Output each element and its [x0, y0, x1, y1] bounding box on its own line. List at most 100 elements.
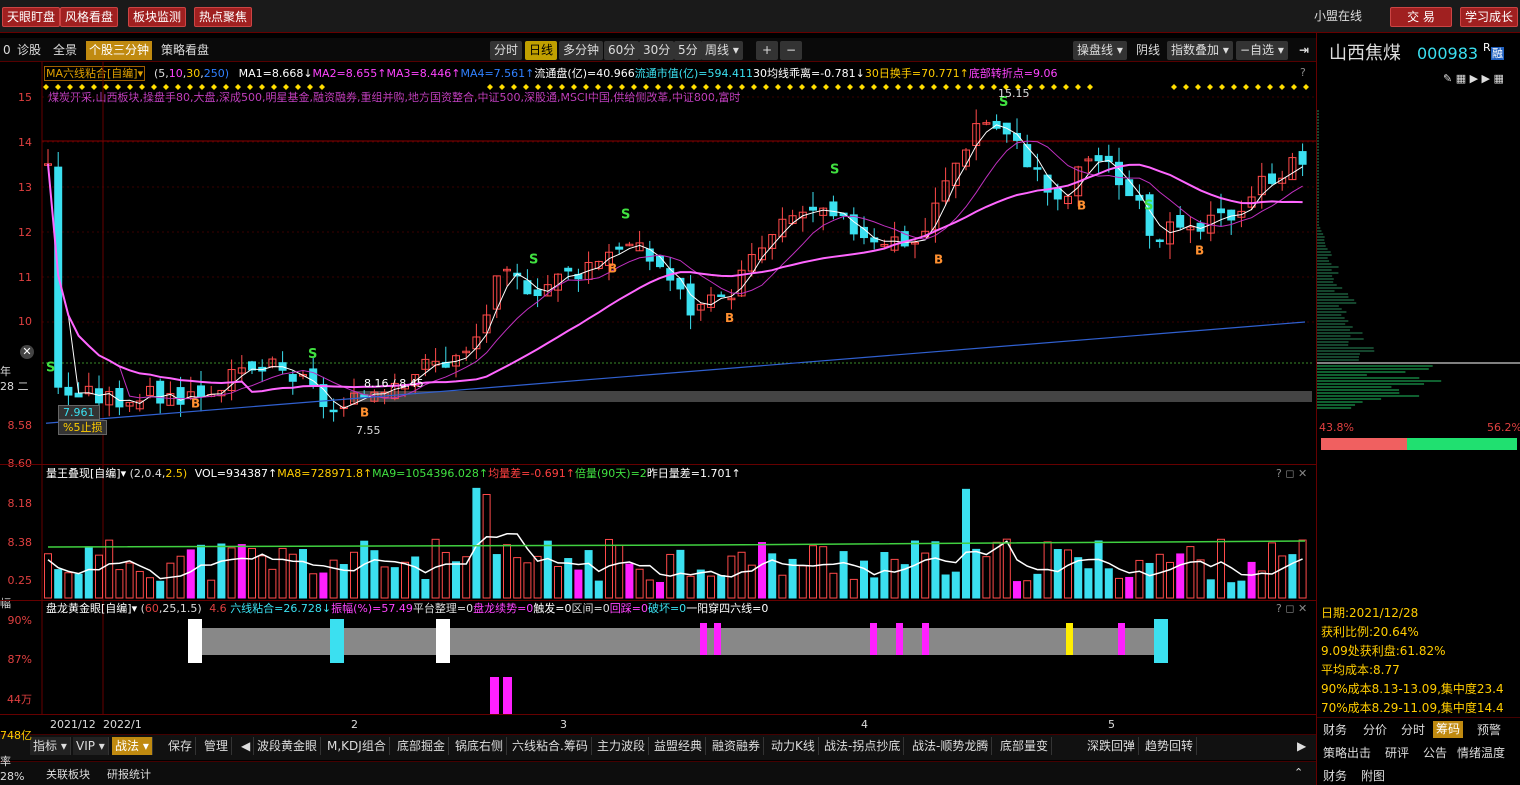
strategy-tab[interactable]: 锅底右侧 [452, 737, 508, 755]
related-sector-tab[interactable]: 关联板块 [46, 768, 90, 781]
volume-bar [84, 546, 93, 599]
eye-pane-controls-icon[interactable]: ? ◻ ✕ [1276, 602, 1307, 615]
hotspot-button[interactable]: 热点聚焦 [194, 7, 253, 27]
collapse-icon[interactable]: ⇥ [1296, 41, 1312, 60]
learn-button[interactable]: 学习成长 [1460, 7, 1518, 27]
rtab-chips[interactable]: 筹码 [1433, 721, 1464, 738]
signal-diamond [1219, 84, 1225, 90]
volume-bar [105, 539, 114, 599]
signal-diamond [895, 84, 901, 90]
research-tab[interactable]: 研报统计 [107, 768, 151, 781]
style-button[interactable]: 风格看盘 [60, 7, 119, 27]
close-icon[interactable]: ✕ [20, 345, 34, 359]
sector-monitor-button[interactable]: 板块监测 [128, 7, 187, 27]
help-icon[interactable]: ? [1300, 66, 1306, 79]
manage-button[interactable]: 管理 [201, 737, 233, 755]
trade-button[interactable]: 交 易 [1390, 7, 1452, 27]
tab-diagnose[interactable]: 诊股 [14, 41, 44, 60]
buy-signal: B [1077, 199, 1086, 213]
left-cut-2: 率 [0, 755, 11, 768]
period-60[interactable]: 60分 [604, 41, 640, 60]
zoom-in-button[interactable]: + [756, 41, 778, 60]
caopan-button[interactable]: 操盘线 ▾ [1073, 41, 1127, 60]
tab-zhanfa[interactable]: 战法 ▾ [112, 737, 153, 755]
period-30[interactable]: 30分 [639, 41, 675, 60]
vol-bl: 倍量(90天)=2 [575, 467, 647, 480]
pane-controls-icon[interactable]: ? ◻ ✕ [1276, 467, 1307, 480]
strategy-tab[interactable]: 益盟经典 [651, 737, 707, 755]
zoom-out-button[interactable]: − [780, 41, 802, 60]
strategy-tab[interactable]: 深跌回弹 [1084, 737, 1140, 755]
period-daily[interactable]: 日线 [525, 41, 558, 60]
rtab-notice[interactable]: 公告 [1423, 747, 1447, 760]
rtab-attach[interactable]: 附图 [1361, 770, 1385, 783]
signal-diamond [859, 84, 865, 90]
index-overlay-button[interactable]: 指数叠加 ▾ [1167, 41, 1233, 60]
tab-strategy[interactable]: 策略看盘 [158, 41, 212, 60]
volume-bar [972, 548, 981, 599]
rtab-alert[interactable]: 预警 [1477, 724, 1501, 737]
strategy-tab[interactable]: 底部量变 [997, 737, 1053, 755]
volume-bar [1247, 561, 1256, 599]
tab-3min[interactable]: 个股三分钟 [86, 41, 153, 60]
period-multi[interactable]: 多分钟 [559, 41, 604, 60]
volume-bar [227, 547, 236, 599]
rtab-research[interactable]: 研评 [1385, 747, 1409, 760]
rtab-finance[interactable]: 财务 [1323, 724, 1347, 737]
volume-pane[interactable] [0, 464, 1316, 601]
tab-indicator[interactable]: 指标 ▾ [30, 737, 71, 755]
volume-indicator-name[interactable]: 量王叠现[自编]▾ [46, 467, 126, 480]
expand-icon[interactable]: ⌃ [1294, 766, 1303, 779]
volume-bar [319, 572, 328, 599]
volume-bar [819, 546, 828, 599]
scroll-right-icon[interactable]: ▶ [1294, 737, 1309, 755]
rtab-strategy[interactable]: 策略出击 [1323, 747, 1371, 760]
tianyan-button[interactable]: 天眼盯盘 [2, 7, 61, 27]
scroll-left-icon[interactable]: ◀ [238, 737, 255, 755]
save-button[interactable]: 保存 [165, 737, 197, 755]
rtab-fenjia[interactable]: 分价 [1363, 724, 1387, 737]
eye-indicator-name[interactable]: 盘龙黄金眼[自编]▾ [46, 602, 137, 615]
strategy-tab[interactable]: 战法-顺势龙腾 [909, 737, 993, 755]
rtab-finance2[interactable]: 财务 [1323, 770, 1347, 783]
eye-pane[interactable] [0, 600, 1316, 715]
volume-bar [278, 547, 287, 599]
eye-qj: 区间=0 [571, 602, 610, 615]
period-weekly[interactable]: 周线 ▾ [701, 41, 743, 60]
strategy-tab[interactable]: 波段黄金眼 [254, 737, 322, 755]
buy-signal: B [725, 311, 734, 325]
strategy-tab[interactable]: 战法-拐点抄底 [821, 737, 905, 755]
volume-bar [829, 572, 838, 599]
rtab-mood[interactable]: 情绪温度 [1457, 747, 1505, 760]
volume-bar [421, 579, 430, 599]
volume-bar [1094, 540, 1103, 599]
chip-left-pct: 43.8% [1319, 421, 1354, 434]
strategy-tab[interactable]: M,KDJ组合 [324, 737, 390, 755]
online-status: 小盟在线 [1314, 9, 1363, 23]
period-fenshi[interactable]: 分时 [490, 41, 523, 60]
eye-cf: 触发=0 [533, 602, 572, 615]
volume-bar [146, 577, 154, 599]
strategy-tab[interactable]: 底部掘金 [394, 737, 450, 755]
strategy-tab[interactable]: 主力波段 [594, 737, 650, 755]
signal-diamond [139, 84, 145, 90]
top-bar: 天眼盯盘 风格看盘 板块监测 热点聚焦 小盟在线 交 易 学习成长 [0, 0, 1520, 33]
yinxian-button[interactable]: 阴线 [1133, 41, 1163, 60]
tab-overview[interactable]: 全景 [50, 41, 80, 60]
signal-diamond [1051, 84, 1057, 90]
y-tick: 8.58 [7, 419, 33, 432]
signal-diamond [1195, 84, 1201, 90]
period-5[interactable]: 5分 [674, 41, 702, 60]
signal-diamond [871, 84, 877, 90]
y-tick: 12 [18, 226, 32, 239]
rtab-fenshi[interactable]: 分时 [1401, 724, 1425, 737]
strategy-tab[interactable]: 融资融券 [709, 737, 765, 755]
watchlist-button[interactable]: −自选 ▾ [1236, 41, 1288, 60]
strategy-tab[interactable]: 趋势回转 [1142, 737, 1198, 755]
strategy-tab[interactable]: 动力K线 [768, 737, 819, 755]
volume-bar [911, 540, 919, 599]
strategy-tab[interactable]: 六线粘合.筹码 [509, 737, 592, 755]
draw-tools-icon[interactable]: ✎ ▦ ▶ ▶ ▦ [1443, 72, 1504, 85]
tab-vip[interactable]: VIP ▾ [73, 737, 109, 755]
candlestick-chart[interactable]: SSSSSSSBBBBBBB [0, 62, 1316, 464]
